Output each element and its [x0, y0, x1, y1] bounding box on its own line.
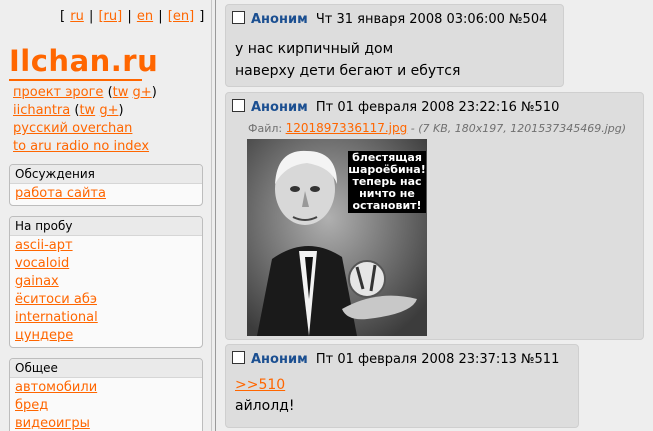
file-meta: - (7 KB, 180x197, 1201537345469.jpg)	[410, 122, 627, 135]
language-switcher: [ ru | [ru] | en | [en] ]	[60, 9, 205, 24]
post-select-checkbox[interactable]	[232, 351, 245, 364]
column-divider	[215, 0, 216, 431]
section-title: Обсуждения	[10, 165, 202, 184]
board-link-ascii-art[interactable]: ascii-арт	[15, 238, 73, 253]
site-logo[interactable]: Ilchan.ru	[9, 44, 158, 78]
post-author: Аноним	[251, 352, 308, 367]
message-line: наверху дети бегают и ебутся	[235, 63, 461, 79]
lang-en[interactable]: en	[137, 9, 153, 24]
link-eroge-project[interactable]: проект эроге	[13, 85, 103, 100]
section-general: Общее автомобили бред видеоигры	[9, 358, 203, 431]
board-link-cars[interactable]: автомобили	[15, 380, 97, 395]
link-russian-overchan[interactable]: русский overchan	[13, 121, 132, 136]
post-number[interactable]: №511	[521, 352, 559, 367]
post-image[interactable]: блестящая шароёбина! теперь нас ничто не…	[247, 139, 427, 336]
link-radio[interactable]: to aru radio no index	[13, 139, 149, 154]
section-discussions: Обсуждения работа сайта	[9, 164, 203, 206]
file-info: Файл: 1201897336117.jpg - (7 KB, 180x197…	[248, 121, 626, 135]
post-header: Аноним Пт 01 февраля 2008 23:37:13 №511	[232, 351, 559, 367]
board-link-gainax[interactable]: gainax	[15, 274, 59, 289]
post-date: Пт 01 февраля 2008 23:22:16	[315, 100, 517, 115]
post-select-checkbox[interactable]	[232, 11, 245, 24]
board-link-international[interactable]: international	[15, 310, 98, 325]
lang-ru-bracket[interactable]: [ru]	[98, 9, 122, 24]
section-title: На пробу	[10, 217, 202, 236]
link-iichantra-tw[interactable]: tw	[79, 103, 95, 118]
sidebar: [ ru | [ru] | en | [en] ] Ilchan.ru прое…	[0, 0, 212, 431]
link-iichantra[interactable]: iichantra	[13, 103, 70, 118]
message-line: айлолд!	[235, 398, 295, 414]
link-eroge-tw[interactable]: tw	[113, 85, 129, 100]
board-link-videogames[interactable]: видеоигры	[15, 416, 90, 431]
post-date: Пт 01 февраля 2008 23:37:13	[315, 352, 517, 367]
top-link-row: to aru radio no index	[13, 138, 157, 156]
post-511: Аноним Пт 01 февраля 2008 23:37:13 №511 …	[225, 344, 579, 428]
lang-en-bracket[interactable]: [en]	[168, 9, 194, 24]
post-message: у нас кирпичный дом наверху дети бегают …	[235, 38, 460, 82]
board-link: работа сайта	[15, 185, 197, 203]
link-eroge-gplus[interactable]: g+	[133, 85, 152, 100]
post-date: Чт 31 января 2008 03:06:00	[315, 12, 505, 27]
post-author: Аноним	[251, 100, 308, 115]
board-link-abe[interactable]: ёситоси абэ	[15, 292, 97, 307]
section-trial: На пробу ascii-арт vocaloid gainax ёсито…	[9, 216, 203, 348]
reply-link[interactable]: >>510	[235, 377, 285, 393]
post-header: Аноним Чт 31 января 2008 03:06:00 №504	[232, 11, 547, 27]
post-author: Аноним	[251, 12, 308, 27]
top-link-row: проект эроге (tw g+)	[13, 85, 157, 100]
top-links: проект эроге (tw g+) iichantra (tw g+) р…	[13, 84, 157, 156]
board-link-site-work[interactable]: работа сайта	[15, 186, 106, 201]
logo-underline	[9, 79, 142, 81]
post-504: Аноним Чт 31 января 2008 03:06:00 №504 у…	[225, 4, 564, 87]
file-link[interactable]: 1201897336117.jpg	[286, 121, 408, 135]
message-line: у нас кирпичный дом	[235, 41, 394, 57]
board-link-tsundere[interactable]: цундере	[15, 328, 73, 343]
board-link-vocaloid[interactable]: vocaloid	[15, 256, 69, 271]
post-message: >>510 айлолд!	[235, 375, 294, 417]
post-select-checkbox[interactable]	[232, 99, 245, 112]
post-number[interactable]: №510	[521, 100, 559, 115]
top-link-row: русский overchan	[13, 120, 157, 138]
section-title: Общее	[10, 359, 202, 378]
lang-ru[interactable]: ru	[70, 9, 84, 24]
post-510: Аноним Пт 01 февраля 2008 23:22:16 №510 …	[225, 92, 644, 340]
file-label: Файл:	[248, 122, 283, 135]
post-number[interactable]: №504	[509, 12, 547, 27]
post-header: Аноним Пт 01 февраля 2008 23:22:16 №510	[232, 99, 559, 115]
board-link-b[interactable]: бред	[15, 398, 48, 413]
image-caption: блестящая шароёбина! теперь нас ничто не…	[348, 151, 426, 213]
link-iichantra-gplus[interactable]: g+	[99, 103, 118, 118]
top-link-row: iichantra (tw g+)	[13, 103, 124, 118]
caption-line: остановит!	[352, 199, 422, 212]
